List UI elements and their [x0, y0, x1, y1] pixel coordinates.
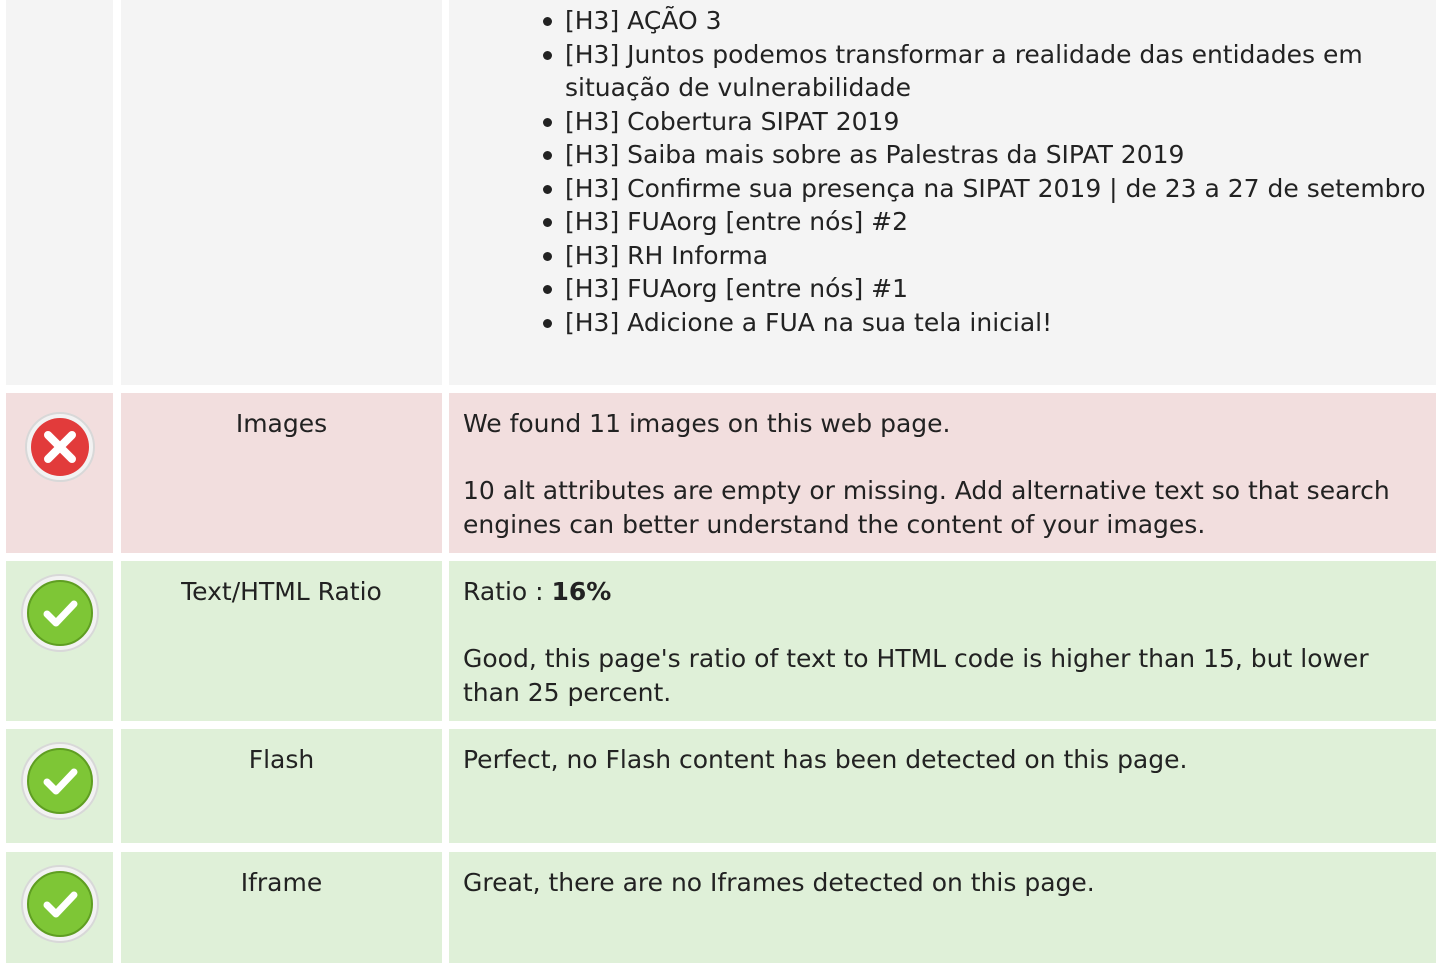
flash-text: Perfect, no Flash content has been detec…	[463, 745, 1188, 774]
images-alt-text: 10 alt attributes are empty or missing. …	[463, 476, 1390, 539]
row-flash-label: Flash	[121, 729, 442, 843]
heading-item: [H3] Adicione a FUA na sua tela inicial!	[543, 306, 1435, 340]
row-headings-icon-cell	[6, 0, 113, 385]
success-check-icon	[21, 742, 99, 820]
row-flash-content: Perfect, no Flash content has been detec…	[449, 729, 1436, 843]
flash-label: Flash	[248, 745, 315, 774]
row-images-label: Images	[121, 393, 442, 553]
success-check-icon	[21, 574, 99, 652]
ratio-line: Ratio : 16%	[463, 575, 1422, 609]
error-icon	[25, 412, 95, 482]
row-ratio-content: Ratio : 16% Good, this page's ratio of t…	[449, 561, 1436, 721]
row-ratio-label: Text/HTML Ratio	[121, 561, 442, 721]
ratio-value: 16%	[551, 577, 612, 606]
row-headings-label-cell	[121, 0, 442, 385]
row-iframe-content: Great, there are no Iframes detected on …	[449, 852, 1436, 963]
ratio-description: Good, this page's ratio of text to HTML …	[463, 644, 1369, 707]
heading-item: [H3] FUAorg [entre nós] #2	[543, 205, 1435, 239]
ratio-label: Text/HTML Ratio	[181, 577, 382, 606]
row-flash-icon-cell	[6, 729, 113, 843]
row-iframe-icon-cell	[6, 852, 113, 963]
row-ratio-icon-cell	[6, 561, 113, 721]
iframe-label: Iframe	[240, 868, 323, 897]
heading-item: [H3] RH Informa	[543, 239, 1435, 273]
success-check-icon	[21, 865, 99, 943]
images-label: Images	[235, 409, 328, 438]
images-found-text: We found 11 images on this web page.	[463, 409, 951, 438]
heading-item: [H3] Confirme sua presença na SIPAT 2019…	[543, 172, 1435, 206]
row-headings-content-cell: [H3] AÇÃO 3 [H3] Juntos podemos transfor…	[449, 0, 1436, 385]
iframe-text: Great, there are no Iframes detected on …	[463, 868, 1095, 897]
row-images-content: We found 11 images on this web page. 10 …	[449, 393, 1436, 553]
row-images-icon-cell	[6, 393, 113, 553]
heading-item: [H3] AÇÃO 3	[543, 4, 1435, 38]
heading-item: [H3] Cobertura SIPAT 2019	[543, 105, 1435, 139]
heading-item: [H3] Saiba mais sobre as Palestras da SI…	[543, 138, 1435, 172]
heading-item: [H3] FUAorg [entre nós] #1	[543, 272, 1435, 306]
heading-item: [H3] Juntos podemos transformar a realid…	[543, 38, 1435, 105]
ratio-prefix: Ratio :	[463, 577, 552, 606]
headings-list: [H3] AÇÃO 3 [H3] Juntos podemos transfor…	[543, 4, 1435, 340]
row-iframe-label: Iframe	[121, 852, 442, 963]
